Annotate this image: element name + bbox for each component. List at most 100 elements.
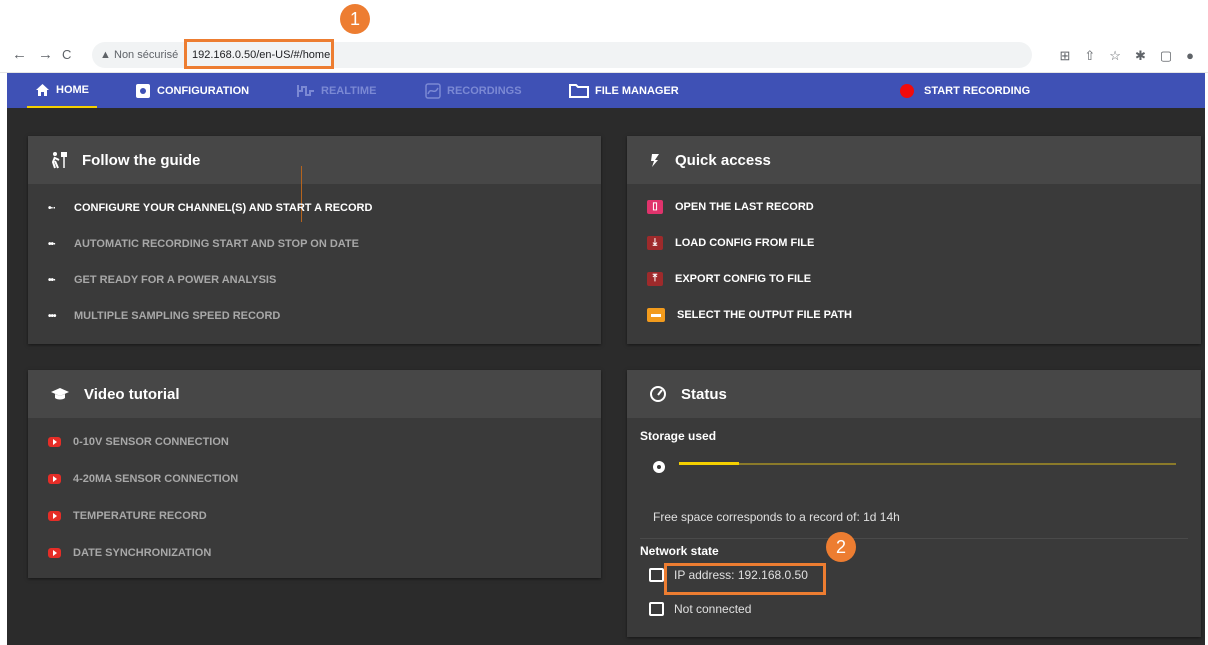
storage-bar-fill — [679, 462, 739, 465]
video-item[interactable]: DATE SYNCHRONIZATION — [48, 547, 211, 559]
video-item[interactable]: 4-20MA SENSOR CONNECTION — [48, 473, 238, 485]
tab-home-label: HOME — [56, 83, 89, 96]
translate-icon[interactable]: ⊞ — [1059, 48, 1070, 64]
tab-realtime-label: REALTIME — [321, 84, 377, 97]
step-1-icon: •·· — [48, 202, 56, 214]
guide-item-label: GET READY FOR A POWER ANALYSIS — [74, 274, 277, 286]
ip-highlight-box — [664, 563, 826, 595]
quick-access-card: Quick access ▯ OPEN THE LAST RECORD ⤓ LO… — [627, 136, 1201, 344]
guide-item-label: MULTIPLE SAMPLING SPEED RECORD — [74, 310, 281, 322]
star-icon[interactable]: ☆ — [1109, 48, 1121, 64]
youtube-icon — [48, 548, 61, 558]
guide-item[interactable]: ••· GET READY FOR A POWER ANALYSIS — [48, 274, 276, 286]
step-3-icon: ••· — [48, 274, 56, 286]
share-icon[interactable]: ⇧ — [1084, 48, 1095, 64]
video-item[interactable]: 0-10V SENSOR CONNECTION — [48, 436, 229, 448]
video-item-label: TEMPERATURE RECORD — [73, 510, 207, 522]
browser-extension-icons: ⊞ ⇧ ☆ ✱ ▢ ● — [1059, 48, 1194, 64]
youtube-icon — [48, 474, 61, 484]
quick-access-title: Quick access — [675, 151, 771, 169]
storage-icon — [653, 461, 665, 473]
gauge-icon — [650, 386, 666, 402]
video-item-label: DATE SYNCHRONIZATION — [73, 547, 212, 559]
tab-file-manager-label: FILE MANAGER — [595, 84, 679, 97]
storage-used-label: Storage used — [640, 429, 717, 443]
guide-item-label: AUTOMATIC RECORDING START AND STOP ON DA… — [74, 238, 359, 250]
guide-item[interactable]: ••· AUTOMATIC RECORDING START AND STOP O… — [48, 238, 359, 250]
file-icon: ▯ — [647, 200, 663, 214]
status-title: Status — [681, 385, 727, 403]
reload-icon[interactable]: C — [62, 47, 71, 62]
guide-card: Follow the guide •·· CONFIGURE YOUR CHAN… — [28, 136, 601, 344]
guide-card-title: Follow the guide — [82, 151, 201, 169]
realtime-icon — [297, 84, 314, 97]
callout-2: 2 — [826, 532, 856, 562]
back-icon[interactable]: ← — [12, 46, 27, 63]
connection-icon — [649, 602, 664, 616]
folder-icon: ▬ — [647, 308, 665, 322]
quick-item-label: EXPORT CONFIG TO FILE — [675, 273, 812, 285]
security-label: Non sécurisé — [114, 49, 179, 61]
download-icon: ⤓ — [647, 236, 663, 250]
tab-recordings-label: RECORDINGS — [447, 84, 522, 97]
step-4-icon: ••• — [48, 310, 57, 322]
status-header: Status — [627, 370, 1201, 418]
tab-configuration-label: CONFIGURATION — [157, 84, 250, 97]
quick-access-header: Quick access — [627, 136, 1201, 184]
status-divider — [640, 538, 1188, 539]
connection-text: Not connected — [674, 602, 752, 616]
guide-card-header: Follow the guide — [28, 136, 601, 184]
quick-item-label: OPEN THE LAST RECORD — [675, 201, 814, 213]
side-panel-icon[interactable]: ▢ — [1160, 48, 1172, 64]
quick-item-label: SELECT THE OUTPUT FILE PATH — [677, 309, 852, 321]
recordings-icon — [425, 82, 441, 99]
extensions-icon[interactable]: ✱ — [1135, 48, 1146, 64]
network-icon — [649, 568, 664, 582]
profile-icon[interactable]: ● — [1186, 48, 1194, 64]
export-config-button[interactable]: ⤒ EXPORT CONFIG TO FILE — [647, 272, 811, 286]
guide-icon — [51, 152, 67, 169]
guide-item[interactable]: ••• MULTIPLE SAMPLING SPEED RECORD — [48, 310, 280, 322]
home-icon — [36, 83, 49, 96]
step-2-icon: ••· — [48, 238, 56, 250]
start-recording-button[interactable]: START RECORDING — [900, 73, 1030, 108]
open-last-record-button[interactable]: ▯ OPEN THE LAST RECORD — [647, 200, 814, 214]
tab-configuration[interactable]: CONFIGURATION — [135, 73, 249, 108]
video-tutorial-card: Video tutorial 0-10V SENSOR CONNECTION 4… — [28, 370, 601, 578]
quick-item-label: LOAD CONFIG FROM FILE — [675, 237, 815, 249]
configuration-icon — [136, 83, 150, 98]
video-item-label: 4-20MA SENSOR CONNECTION — [73, 473, 239, 485]
guide-item-label: CONFIGURE YOUR CHANNEL(S) AND START A RE… — [74, 202, 373, 214]
video-tutorial-header: Video tutorial — [28, 370, 601, 418]
app-navbar: HOME CONFIGURATION REALTIME RECORDINGS F… — [7, 73, 1205, 108]
tab-home[interactable]: HOME — [27, 73, 97, 108]
network-state-label: Network state — [640, 544, 719, 558]
url-highlight-box — [184, 39, 334, 69]
forward-icon[interactable]: → — [38, 46, 53, 63]
youtube-icon — [48, 437, 61, 447]
load-config-button[interactable]: ⤓ LOAD CONFIG FROM FILE — [647, 236, 814, 250]
tab-realtime: REALTIME — [297, 73, 376, 108]
free-space-text: Free space corresponds to a record of: 1… — [653, 510, 900, 524]
storage-bar-track — [679, 462, 1176, 465]
graduation-cap-icon — [51, 388, 69, 400]
record-icon — [900, 83, 914, 98]
callout-1: 1 — [340, 4, 370, 34]
warning-icon: ▲ — [100, 49, 111, 61]
connection-row: Not connected — [649, 602, 751, 616]
browser-toolbar: ← → C ▲ Non sécurisé 192.168.0.50/en-US/… — [0, 38, 1208, 73]
video-item-label: 0-10V SENSOR CONNECTION — [73, 436, 229, 448]
main-content: Follow the guide •·· CONFIGURE YOUR CHAN… — [7, 108, 1205, 645]
video-tutorial-title: Video tutorial — [84, 385, 180, 403]
select-output-path-button[interactable]: ▬ SELECT THE OUTPUT FILE PATH — [647, 308, 852, 322]
youtube-icon — [48, 511, 61, 521]
upload-icon: ⤒ — [647, 272, 663, 286]
guide-item[interactable]: •·· CONFIGURE YOUR CHANNEL(S) AND START … — [48, 202, 372, 214]
status-card: Status Storage used Free space correspon… — [627, 370, 1201, 637]
flash-icon — [651, 154, 659, 167]
video-item[interactable]: TEMPERATURE RECORD — [48, 510, 207, 522]
folder-icon — [569, 84, 589, 98]
tab-recordings: RECORDINGS — [425, 73, 522, 108]
tab-file-manager[interactable]: FILE MANAGER — [569, 73, 679, 108]
start-recording-label: START RECORDING — [924, 84, 1031, 97]
